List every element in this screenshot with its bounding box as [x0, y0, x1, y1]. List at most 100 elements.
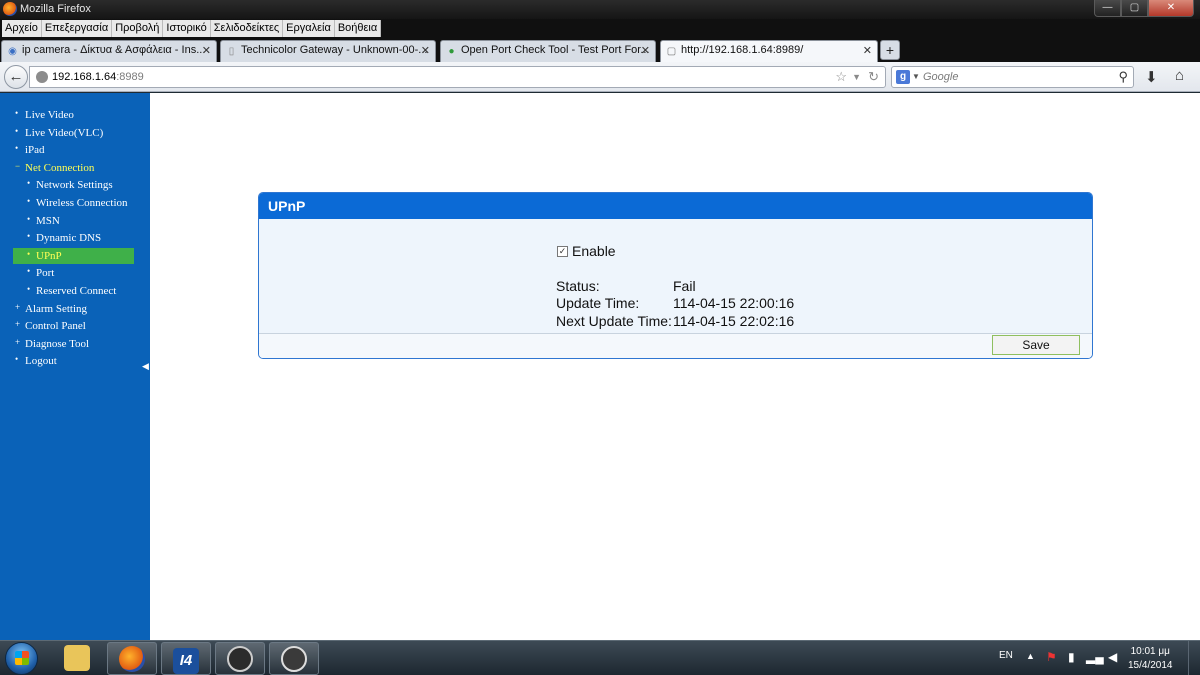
- back-button[interactable]: ←: [4, 65, 28, 89]
- url-text[interactable]: 192.168.1.64:8989: [52, 71, 144, 83]
- tab-close-icon[interactable]: ✕: [641, 44, 650, 57]
- sidebar-item-label: UPnP: [36, 249, 62, 262]
- save-button[interactable]: Save: [992, 335, 1080, 355]
- show-hidden-icons-icon[interactable]: ▲: [1026, 651, 1035, 661]
- firefox-icon: [3, 2, 17, 16]
- panel-footer: Save: [259, 333, 1092, 358]
- url-bar[interactable]: 192.168.1.64:8989 ☆ ▼ ↻: [29, 66, 886, 88]
- sidebar-menu: • Live Video • Live Video(VLC) • iPad − Net …: [0, 93, 150, 371]
- minimize-button[interactable]: —: [1094, 0, 1121, 17]
- sidebar-item-control-panel[interactable]: + Control Panel: [0, 318, 150, 336]
- taskbar-explorer[interactable]: [52, 642, 102, 675]
- sidebar-item-wireless-connection[interactable]: • Wireless Connection: [0, 195, 150, 213]
- history-dropdown-icon[interactable]: ▼: [852, 72, 861, 82]
- bullet-icon: •: [15, 125, 19, 136]
- sidebar-collapse-icon[interactable]: ◀: [142, 361, 149, 372]
- tab-technicolor[interactable]: ▯ Technicolor Gateway - Unknown-00-... ✕: [220, 40, 436, 62]
- next-update-row: Next Update Time:114-04-15 22:02:16: [556, 313, 794, 329]
- search-bar[interactable]: g ▼ Google ⚲: [891, 66, 1134, 88]
- expand-icon: +: [15, 319, 21, 330]
- tab-ip-camera[interactable]: ◉ ip camera - Δίκτυα & Ασφάλεια - Ins...…: [1, 40, 217, 62]
- forum-icon: ◉: [8, 46, 17, 57]
- language-indicator[interactable]: EN: [999, 650, 1013, 661]
- sidebar-item-alarm-setting[interactable]: + Alarm Setting: [0, 301, 150, 319]
- bookmark-star-icon[interactable]: ☆: [835, 69, 847, 85]
- nav-toolbar: ← 192.168.1.64:8989 ☆ ▼ ↻ g ▼ Google ⚲ ⬇…: [0, 62, 1200, 92]
- sidebar-item-label: Diagnose Tool: [25, 337, 90, 350]
- tab-close-icon[interactable]: ✕: [863, 44, 872, 57]
- tab-close-icon[interactable]: ✕: [421, 44, 430, 57]
- site-identity-icon[interactable]: [36, 71, 48, 83]
- network-icon[interactable]: ▂▄: [1086, 650, 1104, 664]
- tab-close-icon[interactable]: ✕: [202, 44, 211, 57]
- tab-label: ip camera - Δίκτυα & Ασφάλεια - Ins...: [22, 44, 206, 56]
- show-desktop-button[interactable]: [1188, 641, 1200, 675]
- menu-edit[interactable]: Επεξεργασία: [41, 20, 113, 37]
- menu-bookmarks[interactable]: Σελιδοδείκτες: [210, 20, 284, 37]
- taskbar-gs[interactable]: [269, 642, 319, 675]
- menu-history[interactable]: Ιστορικό: [163, 20, 211, 37]
- tab-camera-ui[interactable]: ▢ http://192.168.1.64:8989/ ✕: [660, 40, 878, 62]
- battery-icon[interactable]: ▮: [1068, 650, 1075, 664]
- sidebar-item-label: Logout: [25, 355, 57, 368]
- sidebar-item-label: Port: [36, 267, 55, 280]
- google-icon[interactable]: g: [896, 70, 910, 84]
- menu-file[interactable]: Αρχείο: [2, 20, 42, 37]
- window-controls: — ▢ ✕: [1094, 0, 1194, 18]
- firefox-icon: [119, 646, 145, 672]
- clock[interactable]: 10:01 μμ 15/4/2014: [1128, 645, 1173, 673]
- bullet-icon: •: [15, 354, 19, 365]
- sidebar-item-dynamic-dns[interactable]: • Dynamic DNS: [0, 230, 150, 248]
- taskbar-i4[interactable]: I4: [161, 642, 211, 675]
- system-tray: EN ▲ ⚑ ▮ ▂▄ ◀ 10:01 μμ 15/4/2014: [980, 641, 1200, 675]
- reload-icon[interactable]: ↻: [868, 69, 879, 85]
- taskbar: I4 EN ▲ ⚑ ▮ ▂▄ ◀ 10:01 μμ 15/4/2014: [0, 640, 1200, 675]
- sidebar-item-reserved-connect[interactable]: • Reserved Connect: [0, 283, 150, 301]
- upnp-panel: UPnP ✓ Enable Status: Fail Update Time: 11…: [258, 192, 1093, 359]
- menu-tools[interactable]: Εργαλεία: [283, 20, 335, 37]
- menu-help[interactable]: Βοήθεια: [334, 20, 382, 37]
- expand-icon: +: [15, 301, 21, 312]
- sidebar-item-logout[interactable]: • Logout: [0, 353, 150, 371]
- clock-time: 10:01 μμ: [1130, 646, 1170, 657]
- expand-icon: +: [15, 336, 21, 347]
- window-title: Mozilla Firefox: [20, 3, 91, 15]
- action-center-icon[interactable]: ⚑: [1046, 650, 1057, 664]
- update-time-value: 114-04-15 22:00:16: [673, 295, 795, 311]
- menu-view[interactable]: Προβολή: [112, 20, 164, 37]
- home-icon[interactable]: ⌂: [1175, 67, 1184, 84]
- sidebar-item-live-video[interactable]: • Live Video: [0, 107, 150, 125]
- sidebar-item-diagnose-tool[interactable]: + Diagnose Tool: [0, 336, 150, 354]
- status-row: Status: Fail: [556, 278, 696, 294]
- sidebar-item-network-settings[interactable]: • Network Settings: [0, 177, 150, 195]
- taskbar-firefox[interactable]: [107, 642, 157, 675]
- volume-icon[interactable]: ◀: [1108, 650, 1117, 664]
- sidebar-item-label: Net Connection: [25, 161, 95, 174]
- sidebar-item-label: Wireless Connection: [36, 196, 128, 209]
- url-host: 192.168.1.64: [52, 71, 117, 83]
- new-tab-button[interactable]: +: [880, 40, 900, 60]
- collapse-icon: −: [15, 160, 21, 171]
- tab-open-port-check[interactable]: ● Open Port Check Tool - Test Port For..…: [440, 40, 656, 62]
- globe-icon: ●: [448, 46, 455, 57]
- engine-dropdown-icon[interactable]: ▼: [912, 72, 920, 81]
- sidebar-item-ipad[interactable]: • iPad: [0, 142, 150, 160]
- taskbar-steam[interactable]: [215, 642, 265, 675]
- sidebar-item-msn[interactable]: • MSN: [0, 213, 150, 231]
- bullet-icon: •: [27, 248, 31, 259]
- update-time-row: Update Time: 114-04-15 22:00:16: [556, 295, 794, 311]
- maximize-button[interactable]: ▢: [1121, 0, 1148, 17]
- download-icon[interactable]: ⬇: [1145, 68, 1158, 86]
- search-icon[interactable]: ⚲: [1118, 69, 1128, 85]
- folder-icon: [64, 645, 90, 671]
- start-button[interactable]: [5, 642, 38, 675]
- sidebar-item-upnp[interactable]: • UPnP: [0, 247, 150, 266]
- sidebar-item-live-video-vlc[interactable]: • Live Video(VLC): [0, 125, 150, 143]
- close-button[interactable]: ✕: [1148, 0, 1194, 17]
- sidebar-item-net-connection[interactable]: − Net Connection: [0, 160, 150, 178]
- gs-icon: [281, 646, 307, 672]
- clock-date: 15/4/2014: [1128, 660, 1173, 671]
- sidebar-item-port[interactable]: • Port: [0, 265, 150, 283]
- enable-checkbox[interactable]: ✓: [557, 245, 568, 257]
- sidebar-item-label: Network Settings: [36, 179, 113, 192]
